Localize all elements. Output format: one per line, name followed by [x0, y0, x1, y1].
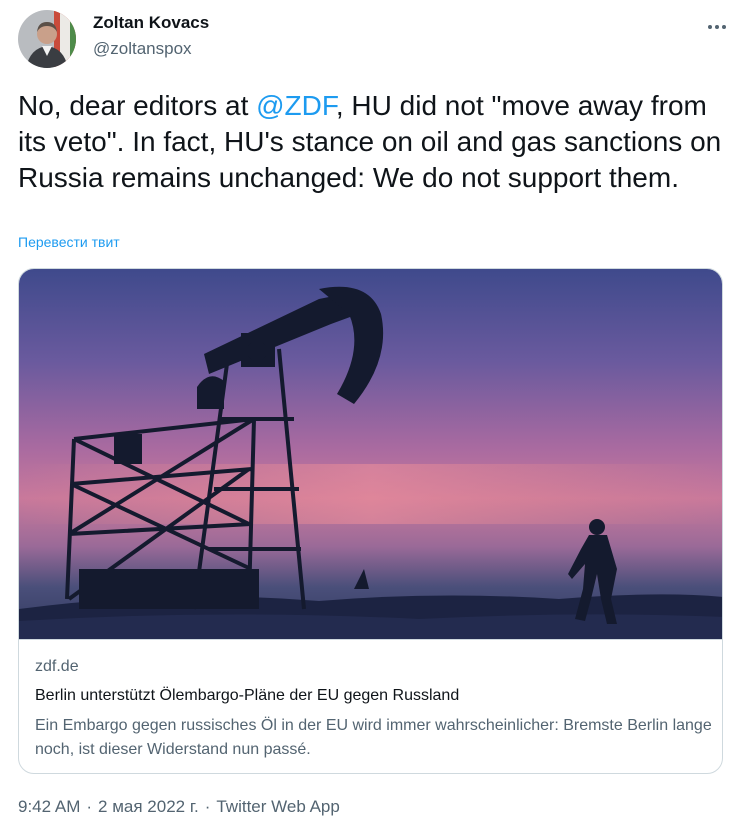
card-info: zdf.de Berlin unterstützt Ölembargo-Plän…	[19, 639, 722, 773]
tweet-text: No, dear editors at @ZDF, HU did not "mo…	[18, 88, 733, 196]
more-horizontal-icon	[707, 25, 728, 29]
more-options-button[interactable]	[700, 10, 734, 44]
tweet: Zoltan Kovacs @zoltanspox No, dear edito…	[0, 0, 746, 837]
card-image	[19, 269, 722, 639]
separator: ·	[86, 797, 93, 816]
separator: ·	[204, 797, 211, 816]
mention-link[interactable]: @ZDF	[256, 90, 336, 121]
tweet-time[interactable]: 9:42 AM	[18, 797, 80, 816]
avatar[interactable]	[18, 10, 76, 68]
author-handle[interactable]: @zoltanspox	[93, 39, 192, 59]
tweet-date[interactable]: 2 мая 2022 г.	[98, 797, 199, 816]
tweet-metadata: 9:42 AM · 2 мая 2022 г. · Twitter Web App	[18, 797, 340, 817]
translate-tweet-link[interactable]: Перевести твит	[18, 234, 120, 250]
author-name[interactable]: Zoltan Kovacs	[93, 13, 209, 33]
card-description: Ein Embargo gegen russisches Öl in der E…	[35, 717, 712, 758]
avatar-photo	[18, 10, 76, 68]
tweet-source[interactable]: Twitter Web App	[216, 797, 339, 816]
link-preview-card[interactable]: zdf.de Berlin unterstützt Ölembargo-Plän…	[18, 268, 723, 774]
tweet-text-part: No, dear editors at	[18, 90, 257, 121]
card-title: Berlin unterstützt Ölembargo-Pläne der E…	[35, 687, 460, 704]
card-domain: zdf.de	[35, 658, 79, 675]
